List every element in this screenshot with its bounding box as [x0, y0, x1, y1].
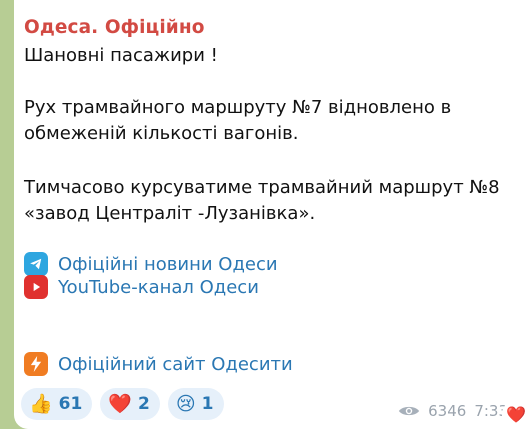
message-line: Рух трамвайного маршруту №7 відновлено в [24, 97, 452, 118]
reactions-bar: 👍 61 ❤️ 2 😢 1 [21, 388, 224, 420]
message-greeting: Шановні пасажири ! [24, 45, 218, 66]
message-line: обмеженій кількості вагонів. [24, 123, 299, 144]
reaction-count: 2 [138, 394, 150, 414]
message-line: «завод Централіт -Лузанівка». [24, 203, 316, 224]
link-label: Офіційні новини Одеси [58, 253, 278, 275]
telegram-icon [24, 252, 48, 276]
link-label: Офіційний сайт Одесити [58, 353, 293, 375]
thumbs-up-icon: 👍 [29, 392, 53, 415]
views-icon [399, 406, 420, 416]
reaction-thumbs-up[interactable]: 👍 61 [21, 388, 93, 420]
message-paragraph-3: Тимчасово курсуватиме трамвайний маршрут… [24, 175, 500, 227]
link-official-site[interactable]: Офіційний сайт Одесити [24, 352, 293, 376]
crying-face-icon: 😢 [175, 392, 196, 415]
message-meta: 6346 7:33 [398, 402, 508, 420]
link-youtube[interactable]: YouTube-канал Одеси [24, 275, 259, 299]
reaction-crying-face[interactable]: 😢 1 [167, 388, 224, 420]
message-line: Тимчасово курсуватиме трамвайний маршрут… [24, 177, 500, 198]
reaction-count: 1 [201, 394, 214, 414]
reaction-count: 61 [58, 394, 83, 414]
link-official-news[interactable]: Офіційні новини Одеси [24, 252, 278, 276]
views-count: 6346 [428, 402, 467, 420]
heart-icon: ❤️ [108, 392, 133, 415]
youtube-icon [24, 275, 48, 299]
reaction-heart[interactable]: ❤️ 2 [100, 388, 160, 420]
lightning-icon [24, 352, 48, 376]
quick-reaction-heart-icon[interactable]: ❤️ [502, 400, 530, 429]
message-bubble: Одеса. Офіційно Шановні пасажири ! Рух т… [14, 0, 530, 429]
sender-name[interactable]: Одеса. Офіційно [24, 17, 205, 38]
message-paragraph-2: Рух трамвайного маршруту №7 відновлено в… [24, 95, 451, 147]
link-label: YouTube-канал Одеси [58, 276, 259, 298]
